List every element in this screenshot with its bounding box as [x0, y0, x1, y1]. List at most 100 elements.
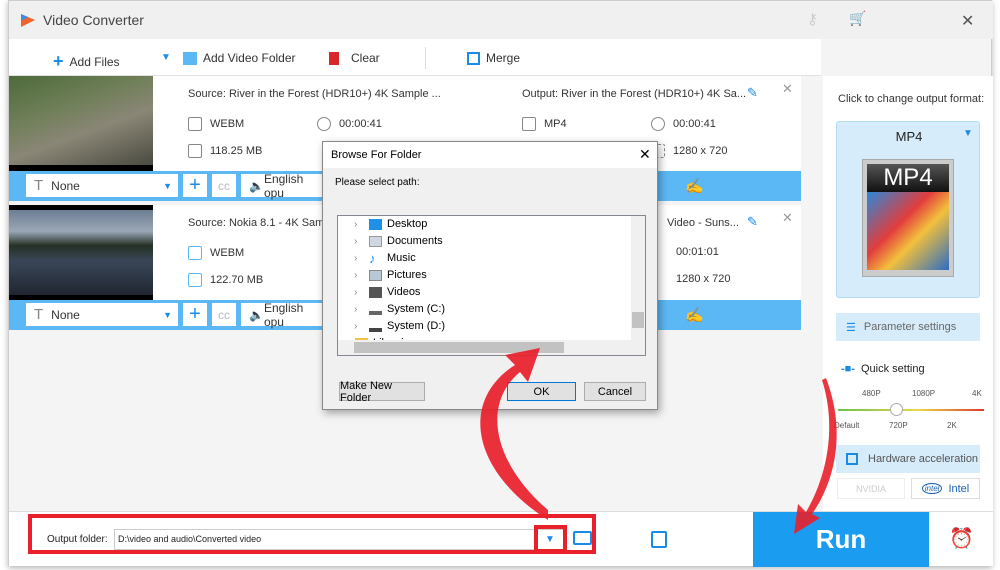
output-duration-value: 00:01:01 — [676, 246, 719, 258]
drive-icon — [369, 304, 382, 315]
source-format-value: WEBM — [210, 118, 245, 130]
intel-logo: intel — [921, 483, 943, 494]
make-new-folder-button[interactable]: Make New Folder — [339, 379, 425, 404]
source-name: Source: River in the Forest (HDR10+) 4K … — [188, 88, 441, 100]
tree-label: Desktop — [387, 218, 428, 230]
merge-button[interactable]: Merge — [467, 51, 520, 65]
tree-item-music[interactable]: › ♪ Music — [354, 250, 416, 266]
parameter-settings-button[interactable]: ☰ Parameter settings — [836, 313, 980, 341]
tree-item-videos[interactable]: › Videos — [354, 286, 420, 298]
tick-4k: 4K — [972, 389, 982, 398]
audio-select[interactable]: 🔈 English opu — [241, 171, 325, 200]
horizontal-scrollbar[interactable] — [338, 340, 645, 355]
scrollbar-thumb[interactable] — [632, 312, 644, 328]
source-format: WEBM — [188, 117, 244, 131]
format-value: MP4 — [895, 129, 923, 144]
add-folder-label: Add Video Folder — [203, 51, 296, 65]
file-icon — [188, 144, 202, 158]
tree-label: Videos — [387, 286, 421, 298]
quality-slider-track[interactable] — [838, 409, 984, 411]
add-folder-button[interactable]: Add Video Folder — [183, 51, 296, 65]
divider — [425, 47, 426, 69]
cart-icon[interactable]: 🛒 — [849, 10, 866, 27]
folder-tree[interactable]: › Desktop › Documents › ♪ Music › Pictures › V… — [337, 215, 646, 356]
output-resolution-value: 1280 x 720 — [676, 273, 731, 285]
tree-label: System (D:) — [387, 320, 446, 332]
edit-effects-icon[interactable]: ✍ — [685, 177, 704, 195]
source-size: 122.70 MB — [188, 273, 263, 287]
key-icon[interactable]: ⚷ — [807, 10, 818, 28]
tree-label: Pictures — [387, 269, 427, 281]
video-output-icon[interactable] — [651, 531, 667, 548]
tree-item-pictures[interactable]: › Pictures — [354, 269, 427, 281]
output-format-value: MP4 — [544, 118, 567, 130]
scrollbar-thumb[interactable] — [354, 342, 564, 353]
dialog-prompt: Please select path: — [335, 177, 420, 188]
alarm-clock-icon[interactable]: ⏰ — [949, 526, 974, 551]
cancel-button[interactable]: Cancel — [584, 382, 646, 401]
output-duration: 00:01:01 — [676, 246, 719, 258]
output-duration-value: 00:00:41 — [673, 118, 716, 130]
remove-item-button[interactable]: ✕ — [782, 210, 793, 226]
audio-select[interactable]: 🔈 English opu — [241, 300, 325, 329]
intel-button[interactable]: intel Intel — [911, 478, 980, 499]
tick-2k: 2K — [947, 421, 957, 430]
output-format: MP4 — [522, 117, 567, 131]
add-files-dropdown-icon[interactable]: ▼ — [161, 52, 171, 63]
tree-item-desktop[interactable]: › Desktop — [354, 218, 427, 230]
tree-item-system-d[interactable]: › System (D:) — [354, 320, 445, 332]
speaker-icon: 🔈 — [249, 178, 264, 193]
add-files-label: Add Files — [69, 54, 120, 69]
source-size: 118.25 MB — [188, 144, 262, 158]
cancel-label: Cancel — [597, 385, 633, 398]
file-icon — [188, 273, 202, 287]
edit-effects-icon[interactable]: ✍ — [685, 306, 704, 324]
edit-pencil-icon[interactable]: ✎ — [747, 214, 758, 230]
add-subtitle-button[interactable]: + — [183, 303, 207, 326]
pictures-icon — [369, 269, 382, 281]
nvidia-button[interactable]: NVIDIA — [837, 478, 905, 499]
output-format-panel: Click to change output format: MP4 ▼ MP4… — [823, 76, 993, 511]
subtitle-value: None — [51, 307, 80, 322]
output-resolution: 1280 x 720 — [651, 144, 727, 158]
nvidia-label: NVIDIA — [855, 483, 886, 494]
add-subtitle-button[interactable]: + — [183, 174, 207, 197]
plus-icon: + — [53, 51, 64, 71]
videos-icon — [369, 286, 382, 298]
vertical-scrollbar[interactable] — [631, 216, 645, 340]
audio-value: English opu — [263, 300, 304, 329]
music-icon: ♪ — [369, 250, 376, 266]
subtitle-select[interactable]: T None ▼ — [26, 303, 178, 326]
ok-label: OK — [533, 385, 550, 398]
tree-item-system-c[interactable]: › System (C:) — [354, 303, 445, 315]
cc-icon[interactable]: cc — [212, 303, 236, 326]
drive-icon — [369, 321, 382, 332]
remove-item-button[interactable]: ✕ — [782, 81, 793, 97]
source-duration-value: 00:00:41 — [339, 118, 382, 130]
make-new-folder-label: Make New Folder — [340, 379, 392, 404]
film-art — [867, 192, 949, 270]
dialog-close-button[interactable]: ✕ — [639, 146, 651, 163]
tick-1080p: 1080P — [912, 389, 936, 398]
close-window-button[interactable]: ✕ — [961, 11, 974, 31]
ok-button[interactable]: OK — [507, 382, 576, 401]
trash-icon — [329, 51, 339, 65]
edit-pencil-icon[interactable]: ✎ — [747, 85, 758, 101]
desktop-icon — [369, 218, 382, 230]
clear-button[interactable]: Clear — [329, 51, 380, 65]
quality-slider-handle[interactable] — [890, 403, 903, 416]
add-files-button[interactable]: + Add Files — [53, 51, 120, 72]
audio-value: English opu — [263, 171, 304, 200]
tree-label: Documents — [387, 235, 443, 247]
run-button[interactable]: Run — [753, 512, 929, 567]
cc-icon[interactable]: cc — [212, 174, 236, 197]
source-size-value: 118.25 MB — [210, 145, 263, 157]
hardware-acceleration-button[interactable]: Hardware acceleration — [836, 445, 980, 473]
output-folder-highlight — [28, 514, 596, 554]
format-selector[interactable]: MP4 ▼ MP4 — [836, 121, 980, 298]
title-bar: Video Converter ⚷ 🛒 ✕ — [9, 1, 993, 39]
subtitle-select[interactable]: T None ▼ — [26, 174, 178, 197]
tick-480p: 480P — [862, 389, 881, 398]
tree-item-documents[interactable]: › Documents — [354, 235, 443, 247]
documents-icon — [369, 235, 382, 247]
